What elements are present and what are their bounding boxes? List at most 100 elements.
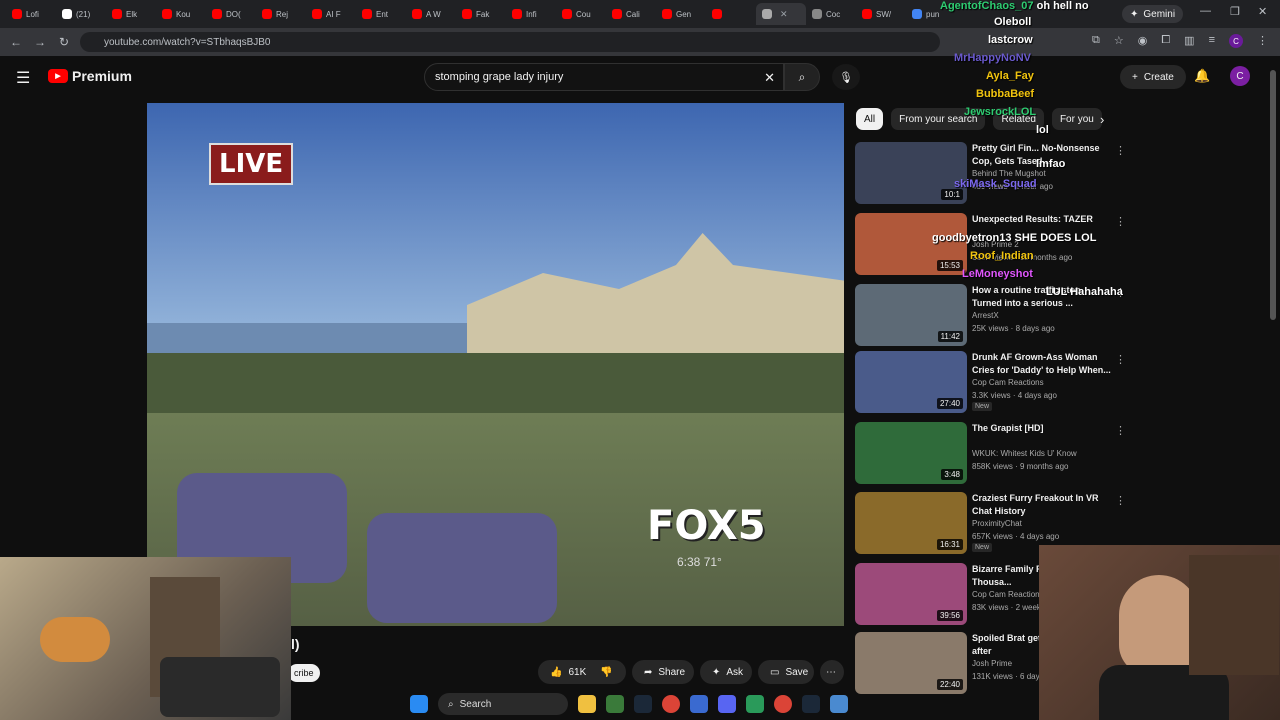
browser-tab[interactable]: Coc bbox=[806, 3, 856, 25]
recommendation-title[interactable]: Drunk AF Grown-Ass Woman Cries for 'Dadd… bbox=[972, 351, 1112, 377]
recommendation-item[interactable]: 3:48 The Grapist [HD] WKUK: Whitest Kids U… bbox=[855, 422, 1126, 484]
tab-favicon-icon bbox=[762, 9, 772, 19]
file-explorer-icon[interactable] bbox=[578, 695, 596, 713]
gemini-button[interactable]: ✦ Gemini bbox=[1122, 5, 1184, 23]
sidebar-icon[interactable]: ▥ bbox=[1184, 34, 1194, 48]
app-icon-blue[interactable] bbox=[690, 695, 708, 713]
save-button[interactable]: ▭ Save bbox=[758, 660, 814, 684]
cat-shape bbox=[40, 617, 110, 662]
account-avatar[interactable]: C bbox=[1230, 66, 1250, 86]
discord-icon[interactable] bbox=[718, 695, 736, 713]
tab-favicon-icon bbox=[12, 9, 22, 19]
close-tab-icon[interactable]: ✕ bbox=[780, 9, 788, 20]
youtube-logo[interactable]: ▶ Premium bbox=[48, 68, 132, 84]
ask-button[interactable]: ✦ Ask bbox=[700, 660, 752, 684]
recommendation-thumbnail[interactable]: 3:48 bbox=[855, 422, 967, 484]
profile-avatar[interactable]: C bbox=[1229, 34, 1243, 48]
recommendation-channel[interactable]: ArrestX bbox=[972, 311, 999, 320]
chat-username: goodbyetron13 bbox=[932, 232, 1012, 244]
more-actions-button[interactable]: ⋯ bbox=[820, 660, 844, 684]
tab-favicon-icon bbox=[862, 9, 872, 19]
recommendation-thumbnail[interactable]: 39:56 bbox=[855, 563, 967, 625]
like-count[interactable]: 61K bbox=[568, 667, 586, 678]
clear-search-icon[interactable]: ✕ bbox=[764, 70, 775, 86]
tab-label: (21) bbox=[76, 9, 91, 19]
recommendation-thumbnail[interactable]: 22:40 bbox=[855, 632, 967, 694]
browser-tab[interactable]: Kou bbox=[156, 3, 206, 25]
media-icon[interactable]: ≡ bbox=[1209, 34, 1215, 48]
robot-tank-shape bbox=[160, 657, 280, 717]
windows-taskbar: ⌕ Search bbox=[410, 692, 848, 716]
browser-tab[interactable]: (21) bbox=[56, 3, 106, 25]
more-options-icon[interactable]: ⋮ bbox=[1115, 494, 1126, 507]
browser-tab[interactable]: SW/ bbox=[856, 3, 906, 25]
browser-tab[interactable]: Cali bbox=[606, 3, 656, 25]
browser-tab[interactable]: Cou bbox=[556, 3, 606, 25]
more-options-icon[interactable]: ⋮ bbox=[1115, 424, 1126, 437]
browser-tab[interactable]: Rej bbox=[256, 3, 306, 25]
share-button[interactable]: ➦ Share bbox=[632, 660, 694, 684]
video-player[interactable]: LIVE FOX5 6:38 71° bbox=[147, 103, 844, 626]
chip-all[interactable]: All bbox=[856, 108, 884, 130]
browser-tab[interactable]: DO( bbox=[206, 3, 256, 25]
forward-icon[interactable]: → bbox=[28, 35, 52, 49]
chrome-icon-2[interactable] bbox=[774, 695, 792, 713]
recommendation-channel[interactable]: WKUK: Whitest Kids U' Know bbox=[972, 449, 1077, 458]
chat-message: lol bbox=[1036, 124, 1049, 136]
recommendation-title[interactable]: The Grapist [HD] bbox=[972, 422, 1112, 435]
dislike-icon[interactable]: 👎 bbox=[600, 667, 612, 678]
app-icon-green[interactable] bbox=[606, 695, 624, 713]
back-icon[interactable]: ← bbox=[4, 35, 28, 49]
browser-tab[interactable]: Ent bbox=[356, 3, 406, 25]
maximize-icon[interactable]: ❐ bbox=[1230, 5, 1240, 18]
url-field[interactable]: youtube.com/watch?v=STbhaqsBJB0 bbox=[80, 32, 940, 52]
chat-username: LeMoneyshot bbox=[962, 268, 1033, 280]
notifications-bell-icon[interactable]: 🔔 bbox=[1194, 68, 1210, 84]
recommendation-channel[interactable]: ProximityChat bbox=[972, 519, 1022, 528]
search-input[interactable]: stomping grape lady injury ✕ bbox=[424, 63, 784, 91]
recommendation-channel[interactable]: Cop Cam Reactions bbox=[972, 378, 1044, 387]
chat-text: oh hell no bbox=[1036, 0, 1089, 12]
steam-icon[interactable] bbox=[634, 695, 652, 713]
search-button[interactable]: ⌕ bbox=[784, 63, 820, 91]
recommendation-channel[interactable]: Cop Cam Reaction bbox=[972, 590, 1040, 599]
browser-tab[interactable]: ✕ bbox=[756, 3, 806, 25]
tab-label: Cali bbox=[626, 9, 640, 19]
page-scrollbar[interactable] bbox=[1270, 70, 1276, 320]
app-icon-edge[interactable] bbox=[830, 695, 848, 713]
hamburger-menu-icon[interactable]: ☰ bbox=[16, 68, 30, 88]
browser-tab[interactable]: AI F bbox=[306, 3, 356, 25]
browser-tab[interactable]: Fak bbox=[456, 3, 506, 25]
tab-favicon-icon bbox=[412, 9, 422, 19]
recommendation-thumbnail[interactable]: 16:31 bbox=[855, 492, 967, 554]
browser-tab[interactable]: Gen bbox=[656, 3, 706, 25]
more-options-icon[interactable]: ⋮ bbox=[1115, 353, 1126, 366]
steam-icon-2[interactable] bbox=[802, 695, 820, 713]
browser-tab[interactable]: A W bbox=[406, 3, 456, 25]
extension-icon[interactable]: ◉ bbox=[1138, 34, 1148, 48]
recommendation-thumbnail[interactable]: 27:40 bbox=[855, 351, 967, 413]
new-badge: New bbox=[972, 402, 993, 411]
voice-search-button[interactable]: 🎙 bbox=[832, 64, 860, 90]
recommendation-title[interactable]: Craziest Furry Freakout In VR Chat Histo… bbox=[972, 492, 1112, 518]
recommendation-meta: 83K views · 2 week bbox=[972, 603, 1041, 612]
chrome-icon[interactable] bbox=[662, 695, 680, 713]
browser-tab[interactable]: Elk bbox=[106, 3, 156, 25]
like-icon[interactable]: 👍 bbox=[550, 667, 562, 678]
browser-tab[interactable] bbox=[706, 3, 756, 25]
create-button[interactable]: + Create bbox=[1120, 65, 1186, 89]
recommendation-channel[interactable]: Josh Prime bbox=[972, 659, 1012, 668]
tab-label: Fak bbox=[476, 9, 490, 19]
recommendation-item[interactable]: 27:40 Drunk AF Grown-Ass Woman Cries for … bbox=[855, 351, 1126, 413]
menu-dots-icon[interactable]: ⋮ bbox=[1257, 34, 1268, 48]
minimize-icon[interactable]: — bbox=[1200, 5, 1211, 17]
browser-tab[interactable]: Infi bbox=[506, 3, 556, 25]
reload-icon[interactable]: ↻ bbox=[52, 35, 76, 49]
puzzle-icon[interactable]: ⧠ bbox=[1161, 34, 1170, 48]
taskbar-search[interactable]: ⌕ Search bbox=[438, 693, 568, 715]
subscribe-button[interactable]: cribe bbox=[288, 664, 320, 682]
windows-start-icon[interactable] bbox=[410, 695, 428, 713]
browser-tab[interactable]: Lofi bbox=[6, 3, 56, 25]
close-window-icon[interactable]: ✕ bbox=[1258, 5, 1267, 18]
app-icon-teal[interactable] bbox=[746, 695, 764, 713]
